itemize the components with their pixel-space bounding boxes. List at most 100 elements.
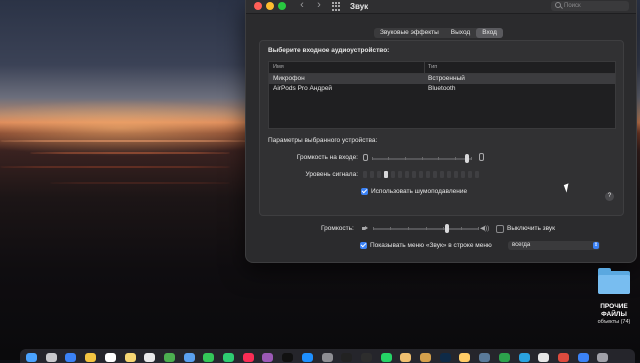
level-segment (419, 171, 423, 178)
search-field[interactable]: Поиск (551, 1, 629, 11)
wave-highlight (50, 182, 230, 184)
reminders-icon[interactable] (144, 353, 156, 362)
numbers-icon[interactable] (498, 353, 510, 362)
whatsapp-icon[interactable] (380, 353, 392, 362)
device-type: Bluetooth (428, 85, 456, 92)
mountain-icon[interactable] (479, 353, 491, 362)
level-segment (433, 171, 437, 178)
folder-label[interactable]: ПРОЧИЕ ФАЙЛЫ (590, 303, 638, 319)
table-row[interactable]: Микрофон Встроенный (269, 74, 615, 84)
signal-level-meter (363, 171, 479, 178)
device-name: Микрофон (273, 75, 305, 82)
params-title: Параметры выбранного устройства: (268, 137, 378, 144)
input-volume-slider[interactable] (372, 154, 472, 163)
mic-high-icon (479, 153, 484, 161)
downloads-icon[interactable] (577, 353, 589, 362)
level-segment (398, 171, 402, 178)
messages-icon[interactable] (203, 353, 215, 362)
maps-icon[interactable] (163, 353, 175, 362)
trash-icon[interactable] (597, 353, 609, 362)
menu-bar-checkbox[interactable] (360, 242, 367, 249)
brush-icon[interactable] (420, 353, 431, 362)
signal-level-label: Уровень сигнала: (305, 171, 358, 178)
forward-icon[interactable]: › (313, 0, 325, 13)
window-title: Звук (350, 2, 369, 11)
wave-highlight (30, 152, 230, 154)
noise-reduction-checkbox[interactable] (361, 188, 368, 195)
photos-icon[interactable] (85, 353, 97, 362)
title-bar: ‹ › Звук Поиск (246, 0, 636, 14)
tab-output[interactable]: Выход (445, 28, 476, 38)
section-title: Выберите входное аудиоустройство: (268, 47, 390, 54)
settings-icon[interactable] (321, 353, 333, 362)
menu-bar-label: Показывать меню «Звук» в строке меню (370, 242, 492, 249)
sound-preferences-window: ‹ › Звук Поиск Звуковые эффекты Выход Вх… (245, 0, 637, 263)
menu-bar-select-value: всегда (512, 242, 531, 248)
photoshop-icon[interactable] (439, 353, 451, 362)
device-type: Встроенный (428, 75, 465, 82)
help-button[interactable]: ? (605, 192, 614, 201)
notes-icon[interactable] (124, 353, 136, 362)
telegram-icon[interactable] (518, 353, 530, 362)
tv-icon[interactable] (282, 353, 294, 362)
tab-sound-effects[interactable]: Звуковые эффекты (374, 28, 445, 38)
level-segment (426, 171, 430, 178)
tab-input[interactable]: Вход (476, 28, 503, 38)
device-name: AirPods Pro Андрей (273, 85, 333, 92)
table-row[interactable]: AirPods Pro Андрей Bluetooth (269, 84, 615, 94)
output-volume-label: Громкость: (321, 225, 354, 232)
table-header: Имя Тип (269, 62, 615, 74)
level-segment (475, 171, 479, 178)
back-icon[interactable]: ‹ (296, 0, 308, 13)
wave-highlight (0, 140, 250, 142)
tab-bar: Звуковые эффекты Выход Вход (374, 28, 503, 38)
speaker-high-icon: ◀)) (480, 225, 490, 232)
column-header-type[interactable]: Тип (428, 62, 437, 73)
calendar-icon[interactable] (104, 353, 116, 362)
activity-icon[interactable] (360, 353, 372, 362)
noise-reduction-label: Использовать шумоподавление (371, 188, 468, 195)
column-divider (424, 62, 425, 73)
input-device-table: Имя Тип Микрофон Встроенный AirPods Pro … (268, 61, 616, 129)
appstore-icon[interactable] (301, 353, 313, 362)
podcasts-icon[interactable] (262, 353, 274, 362)
level-segment (363, 171, 367, 178)
menu-bar-select[interactable]: всегда ⇕ (508, 241, 600, 250)
output-volume-knob[interactable] (445, 224, 450, 233)
level-segment (391, 171, 395, 178)
wave-highlight (0, 166, 230, 168)
output-volume-slider[interactable] (373, 224, 479, 233)
photo-icon[interactable] (459, 353, 471, 362)
music-icon[interactable] (242, 353, 254, 362)
mute-label: Выключить звук (507, 225, 556, 232)
level-segment (370, 171, 374, 178)
show-all-grid-icon[interactable] (332, 2, 341, 11)
level-segment (440, 171, 444, 178)
level-segment (412, 171, 416, 178)
terminal-icon[interactable] (341, 353, 353, 362)
folder-icon[interactable] (598, 268, 630, 294)
safari-icon[interactable] (65, 353, 77, 362)
input-volume-label: Громкость на входе: (296, 154, 358, 161)
chrome-icon[interactable] (557, 353, 569, 362)
level-segment (468, 171, 472, 178)
column-header-name[interactable]: Имя (273, 62, 284, 73)
level-segment (384, 171, 388, 178)
minimize-button[interactable] (266, 2, 274, 10)
search-icon (555, 2, 561, 8)
zoom-button[interactable] (278, 2, 286, 10)
close-button[interactable] (254, 2, 262, 10)
mute-checkbox[interactable] (496, 225, 504, 233)
input-volume-knob[interactable] (465, 154, 469, 163)
speaker-low-icon (362, 227, 365, 230)
level-segment (377, 171, 381, 178)
launchpad-icon[interactable] (45, 353, 57, 362)
facetime-icon[interactable] (223, 353, 234, 362)
mail-icon[interactable] (183, 353, 195, 362)
app-icon[interactable] (538, 353, 550, 362)
pencil-icon[interactable] (400, 353, 412, 362)
level-segment (405, 171, 409, 178)
level-segment (447, 171, 451, 178)
level-segment (454, 171, 458, 178)
finder-icon[interactable] (26, 353, 37, 362)
